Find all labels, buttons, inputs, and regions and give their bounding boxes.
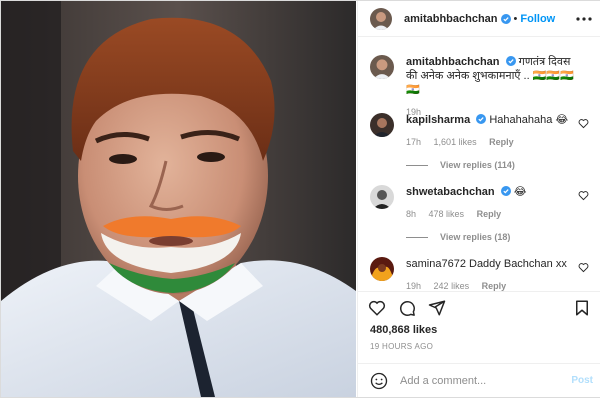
comment-time[interactable]: 17h: [406, 137, 421, 147]
share-icon[interactable]: [428, 299, 446, 317]
caption-username[interactable]: amitabhbachchan: [406, 56, 500, 68]
view-replies-label: View replies (114): [440, 160, 515, 170]
comment-input[interactable]: [400, 372, 560, 390]
comment-meta: 8h 478 likes Reply: [406, 207, 576, 221]
add-comment-bar: Post: [358, 363, 600, 397]
comment-text: Hahahahaha 😂: [489, 114, 569, 126]
commenter-username[interactable]: kapilsharma: [406, 114, 470, 126]
verified-icon: [505, 56, 516, 66]
author-avatar[interactable]: [370, 7, 392, 30]
post-time[interactable]: 19 HOURS AGO: [370, 342, 433, 351]
commenter-username[interactable]: shwetabachchan: [406, 186, 495, 198]
heart-icon[interactable]: [578, 262, 589, 273]
reply-button[interactable]: Reply: [477, 209, 502, 219]
bookmark-icon[interactable]: [573, 299, 591, 317]
heart-icon[interactable]: [578, 118, 589, 129]
commenter-avatar[interactable]: [370, 185, 394, 209]
comment-likes[interactable]: 478 likes: [429, 209, 465, 219]
replies-divider: [406, 164, 428, 166]
comment-body: kapilsharma Hahahahaha 😂 17h 1,601 likes…: [406, 113, 576, 149]
view-replies-label: View replies (18): [440, 232, 511, 242]
follow-button[interactable]: Follow: [520, 13, 555, 25]
replies-divider: [406, 236, 428, 238]
comment-text: 😂: [513, 186, 527, 198]
verified-icon: [500, 13, 511, 24]
comment-text: Daddy Bachchan xx: [469, 258, 567, 270]
view-replies-button[interactable]: View replies (18): [406, 232, 510, 242]
reply-button[interactable]: Reply: [489, 137, 514, 147]
caption-body: amitabhbachchan गणतंत्र दिवस की अनेक अने…: [406, 55, 576, 119]
header-separator: •: [513, 12, 518, 25]
post-comment-button[interactable]: Post: [571, 375, 593, 386]
comment-icon[interactable]: [398, 299, 416, 317]
author-username[interactable]: amitabhbachchan: [404, 13, 498, 25]
view-replies-button[interactable]: View replies (114): [406, 160, 515, 170]
likes-count[interactable]: 480,868 likes: [370, 324, 437, 336]
action-bar: [358, 291, 600, 321]
comment-time[interactable]: 19h: [406, 281, 421, 291]
comment-time[interactable]: 8h: [406, 209, 416, 219]
comment-likes[interactable]: 1,601 likes: [434, 137, 477, 147]
more-options-icon[interactable]: [575, 10, 593, 28]
post-details-panel: amitabhbachchan • Follow amitabhbachchan…: [357, 1, 600, 397]
comment-likes[interactable]: 242 likes: [434, 281, 470, 291]
post-header: amitabhbachchan • Follow: [358, 1, 600, 37]
author-avatar[interactable]: [370, 55, 394, 79]
post-image: [1, 1, 356, 397]
comment-body: shwetabachchan 😂 8h 478 likes Reply: [406, 185, 576, 221]
comment-meta: 17h 1,601 likes Reply: [406, 135, 576, 149]
commenter-avatar[interactable]: [370, 257, 394, 281]
post-photo[interactable]: [1, 1, 356, 397]
comment-body: samina7672 Daddy Bachchan xx 19h 242 lik…: [406, 257, 576, 293]
verified-icon: [476, 114, 487, 124]
commenter-avatar[interactable]: [370, 113, 394, 137]
heart-icon[interactable]: [578, 190, 589, 201]
commenter-username[interactable]: samina7672: [406, 258, 466, 270]
reply-button[interactable]: Reply: [482, 281, 507, 291]
verified-icon: [500, 186, 511, 196]
emoji-icon[interactable]: [370, 372, 388, 390]
instagram-post-modal: amitabhbachchan • Follow amitabhbachchan…: [0, 0, 600, 398]
like-heart-icon[interactable]: [368, 299, 386, 317]
